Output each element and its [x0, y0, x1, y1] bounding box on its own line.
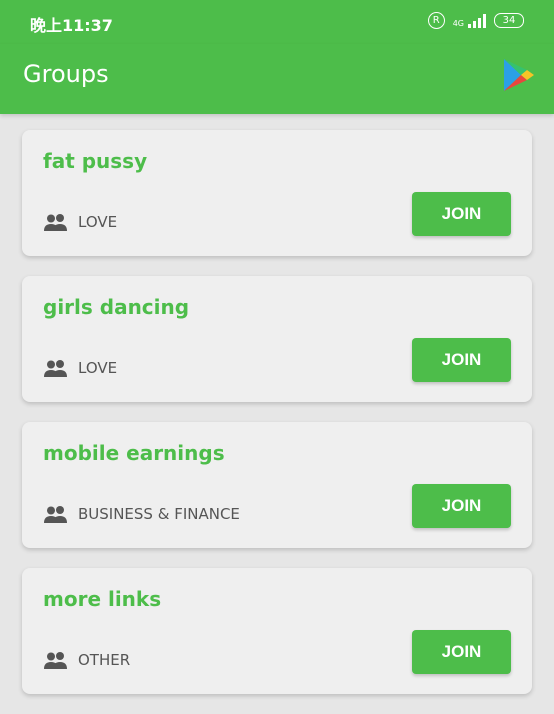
group-card[interactable]: girls dancing LOVE JOIN	[22, 276, 532, 402]
join-button[interactable]: JOIN	[412, 484, 511, 528]
group-meta: OTHER	[43, 651, 130, 669]
app-bar: Groups	[0, 44, 554, 114]
group-meta: BUSINESS & FINANCE	[43, 505, 240, 523]
join-button[interactable]: JOIN	[412, 630, 511, 674]
group-category: LOVE	[78, 213, 118, 231]
group-list: fat pussy LOVE JOIN girls dancing LOVE J…	[22, 130, 532, 714]
group-card[interactable]: fat pussy LOVE JOIN	[22, 130, 532, 256]
group-title: mobile earnings	[43, 441, 225, 465]
google-play-icon[interactable]	[502, 57, 536, 93]
registered-icon: R	[427, 12, 445, 29]
group-card[interactable]: mobile earnings BUSINESS & FINANCE JOIN	[22, 422, 532, 548]
group-category: BUSINESS & FINANCE	[78, 505, 240, 523]
network-type: 4G	[452, 18, 464, 28]
join-button[interactable]: JOIN	[412, 192, 511, 236]
people-icon	[44, 652, 67, 669]
status-time: 晚上11:37	[30, 16, 113, 35]
group-category: OTHER	[78, 651, 131, 669]
group-meta: LOVE	[43, 359, 117, 377]
status-bar: 晚上11:37 R 4G 34	[0, 0, 554, 44]
battery-icon: 34	[494, 13, 524, 28]
people-icon	[44, 506, 67, 523]
battery-level: 34	[502, 15, 516, 26]
group-title: fat pussy	[43, 149, 148, 173]
group-meta: LOVE	[43, 213, 117, 231]
group-category: LOVE	[78, 359, 118, 377]
group-title: girls dancing	[43, 295, 190, 319]
people-icon	[44, 214, 67, 231]
group-card[interactable]: more links OTHER JOIN	[22, 568, 532, 694]
page-title: Groups	[23, 60, 109, 88]
join-button[interactable]: JOIN	[412, 338, 511, 382]
group-title: more links	[43, 587, 162, 611]
signal-icon: 4G	[452, 13, 486, 28]
status-icons: R 4G 34	[427, 12, 524, 29]
people-icon	[44, 360, 67, 377]
